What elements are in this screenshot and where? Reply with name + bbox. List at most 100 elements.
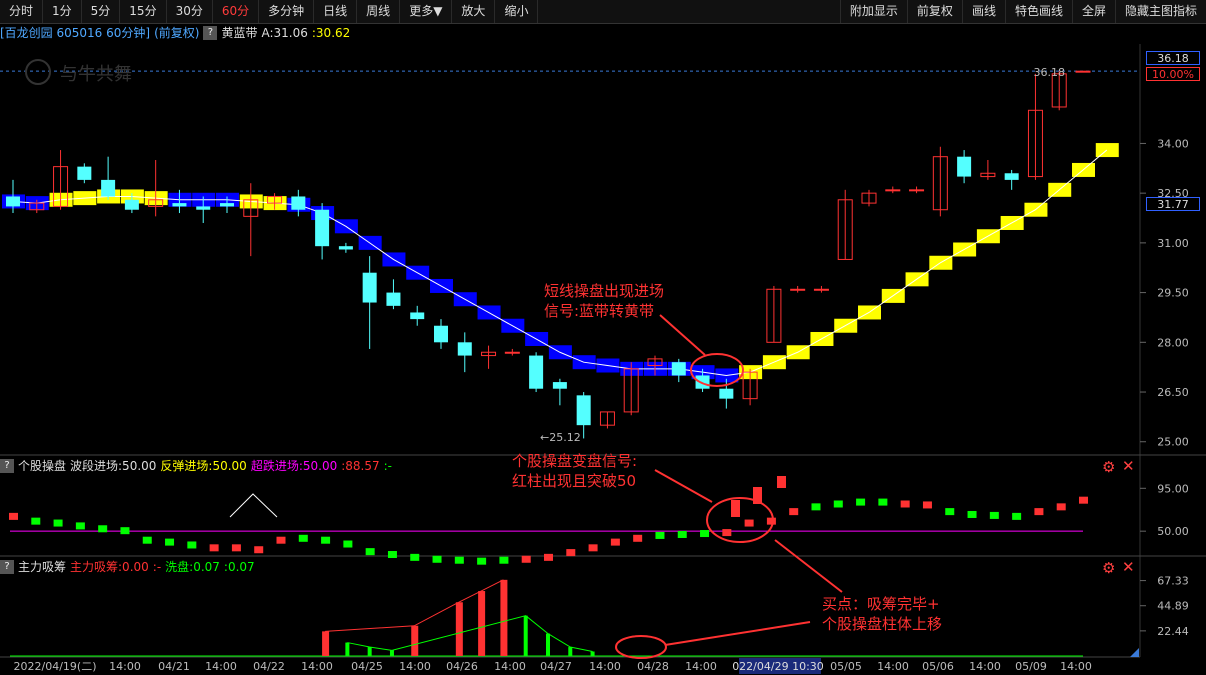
panel3-name[interactable]: 主力吸筹 [18,558,66,576]
p2-bar [967,510,977,518]
p3-red-bar [478,591,486,656]
annotation-arrow-3 [664,621,811,646]
p2-bar [833,500,843,508]
candle-body [196,206,211,210]
candle-body [338,246,353,250]
candle-body [576,395,591,426]
p2-bar [387,551,397,558]
p2-bar [588,544,598,552]
p2-bar [878,498,888,506]
candle-body [315,209,330,247]
p2-signal-bar [731,500,740,517]
candle-body [220,203,234,207]
y-tick-label: 34.00 [1157,137,1189,150]
y-tick-label: 25.00 [1157,436,1189,449]
candle-body [77,166,92,180]
candle-body [434,325,448,343]
p2-tick-label: 95.00 [1157,482,1189,495]
panel2-settings-icon[interactable]: ⚙ [1102,458,1115,476]
p2-bar [1034,508,1044,516]
p2-bar [410,553,420,561]
p3-green-bar [345,642,350,656]
corner-marker [1130,648,1139,657]
p3-tick-label: 44.89 [1157,600,1189,613]
x-axis-label: 2022/04/19(二) [14,660,97,673]
panel3-v4: :0.07 [223,560,255,574]
panel2-v3: 超跌进场:50.00 [250,459,338,473]
panel3-header: ? 主力吸筹 主力吸筹:0.00 :- 洗盘:0.07 :0.07 [0,558,259,576]
high-price-label: 36.18 [1034,66,1066,79]
p3-green-bar [590,651,595,656]
panel2-name[interactable]: 个股操盘 [18,457,66,475]
candle-body [504,351,520,354]
p2-bar [454,556,464,564]
panel3-help-button[interactable]: ? [0,560,14,574]
p2-bar [744,519,754,527]
x-axis-label: 14:00 [109,660,141,673]
candle-body [909,189,925,192]
p2-bar [789,508,799,516]
y-tick-label: 31.00 [1157,237,1189,250]
panel2-close-icon[interactable]: ✕ [1122,457,1135,475]
p2-bar [566,549,576,557]
p3-red-bar [322,631,330,656]
candle-body [124,199,139,210]
p2-bar [231,544,241,552]
x-axis-label: 04/22 [253,660,285,673]
candle-body [671,362,686,376]
panel2-help-button[interactable]: ? [0,459,14,473]
p2-bar [499,556,509,564]
candle-body [529,355,544,389]
price-tag-current: 31.77 [1146,197,1200,211]
panel2-v1: 波段进场:50.00 [70,459,157,473]
p2-bar [209,544,219,552]
candle-body [1075,70,1091,73]
low-price-label: ←25.12 [540,431,581,444]
panel3-close-icon[interactable]: ✕ [1122,558,1135,576]
panel3-v2: :- [152,560,162,574]
p3-red-bar [455,602,463,656]
p2-bar [432,555,442,563]
p2-bar [856,498,866,506]
x-axis-label: 05/05 [830,660,862,673]
p2-bar [477,557,487,565]
candle-body [386,292,401,306]
x-axis-label: 04/21 [158,660,190,673]
p2-bar [276,536,286,544]
panel2-v2: 反弹进场:50.00 [160,459,247,473]
band-block [1095,143,1119,158]
panel3-settings-icon[interactable]: ⚙ [1102,559,1115,577]
annotation-arrow-1 [659,314,706,356]
annotation-2-line2: 红柱出现且突破50 [512,472,636,490]
p2-bar [900,500,910,508]
candle-body [813,288,829,291]
annotation-arrow-3b [774,539,843,593]
annotation-1-line1: 短线操盘出现进场 [544,282,664,300]
p3-green-bar [389,650,394,656]
p2-bar [766,517,776,525]
p2-bar [298,534,308,542]
panel3-v3: 洗盘:0.07 [165,560,220,574]
candle-body [410,312,425,320]
x-axis-label: 04/26 [446,660,478,673]
x-axis-label: 04/27 [540,660,572,673]
p2-bar [9,512,18,520]
p2-bar [321,536,331,544]
p2-bar [722,529,732,537]
p2-bar [945,508,955,516]
candle-body [695,375,710,389]
candle-body [885,189,901,192]
p2-bar [610,538,620,546]
candle-body [957,156,972,177]
p3-red-bar [500,579,508,656]
p2-bar [989,511,999,519]
p3-red-bar [411,625,419,656]
p3-green-bar [367,647,372,656]
x-axis-label: 14:00 [589,660,621,673]
candle-body [552,382,567,389]
p2-bar [142,536,152,544]
p2-bar [53,519,63,527]
p2-bar [1079,496,1088,504]
annotation-1-line2: 信号:蓝带转黄带 [544,302,654,320]
y-tick-label: 28.00 [1157,336,1189,349]
